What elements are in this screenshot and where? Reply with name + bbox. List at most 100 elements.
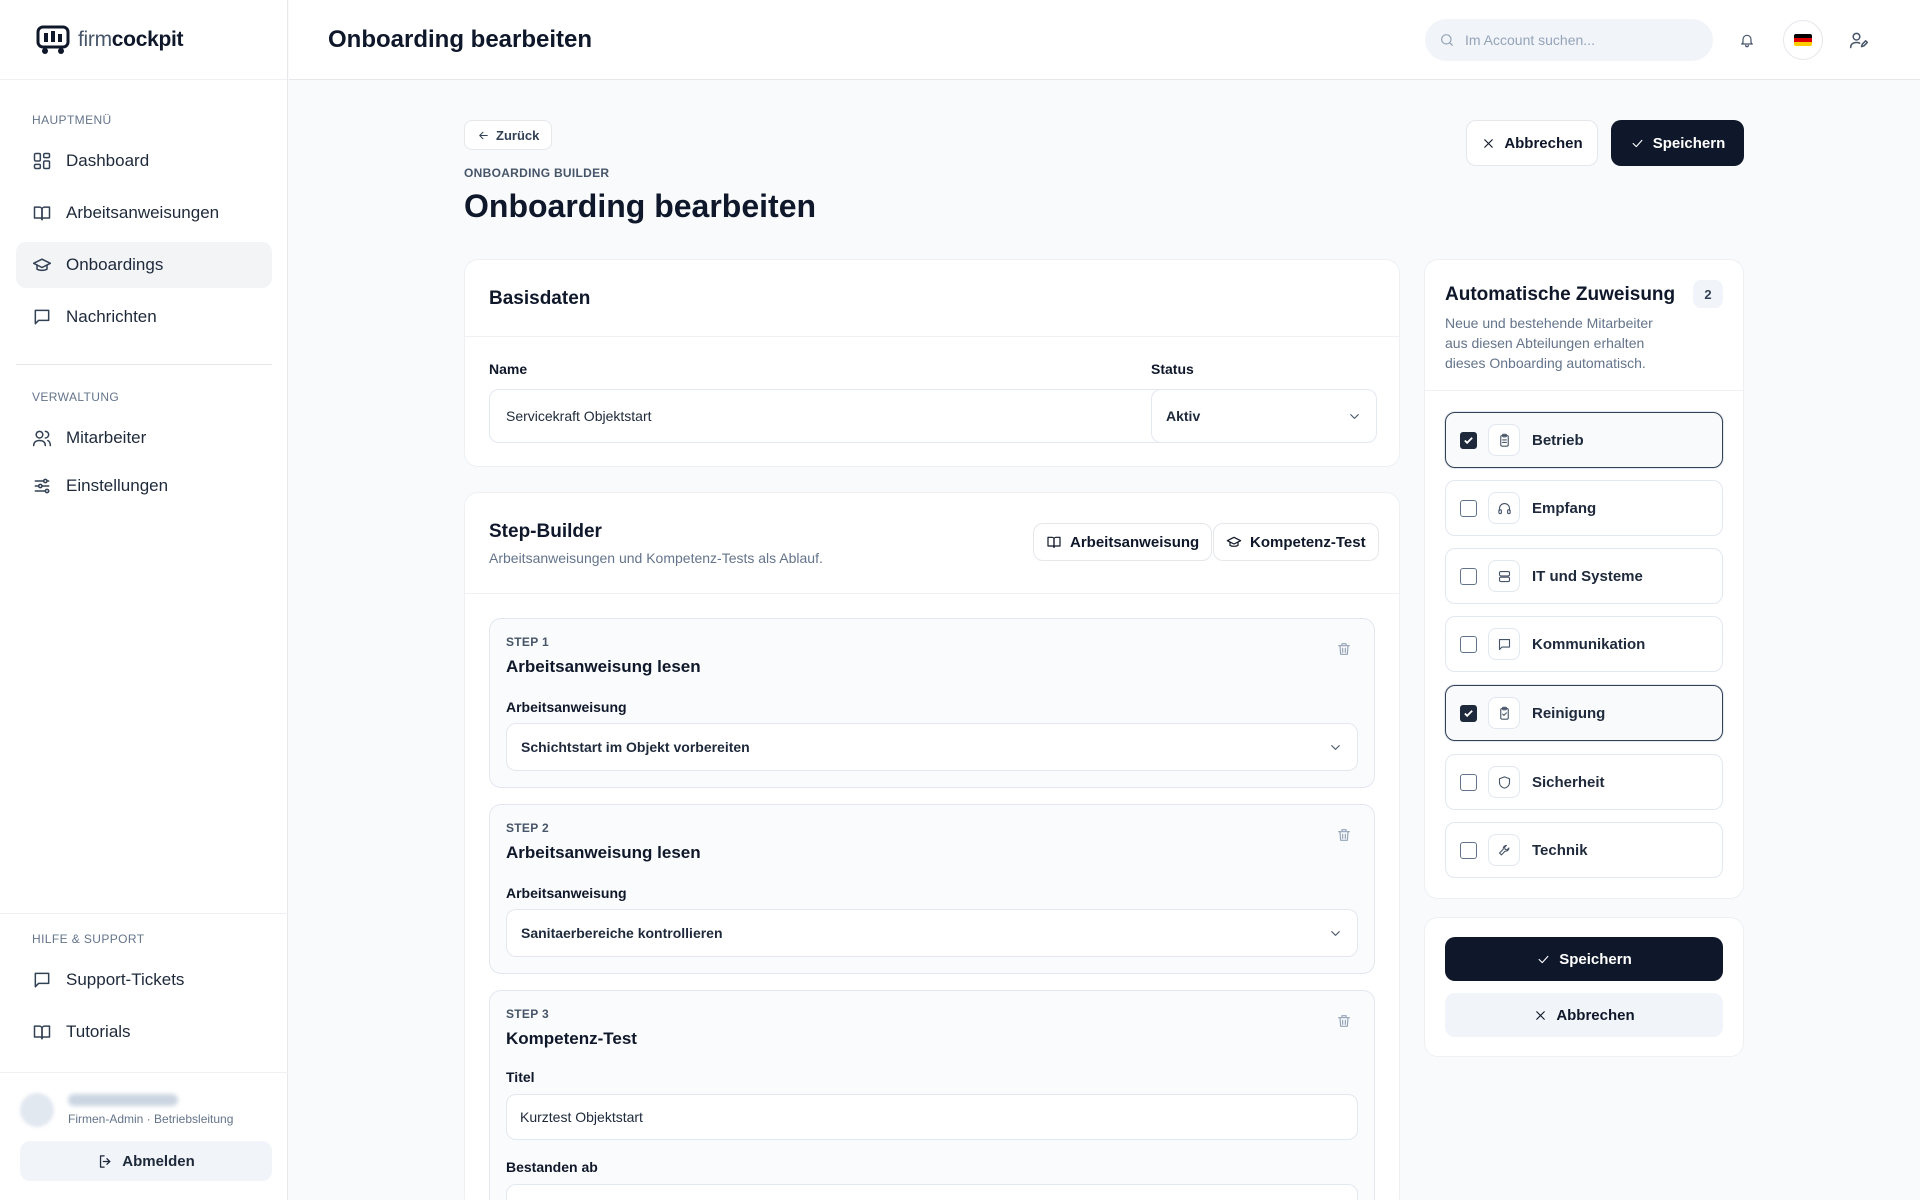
instruction-select[interactable]: Sanitaerbereiche kontrollieren (506, 909, 1358, 957)
cancel-button[interactable]: Abbrechen (1466, 120, 1598, 166)
close-icon (1536, 1010, 1546, 1020)
german-flag-icon (1794, 34, 1812, 46)
checkbox[interactable] (1460, 635, 1477, 653)
help-menu: HILFE & SUPPORT Support-Tickets Tutorial… (0, 929, 288, 1055)
back-button[interactable]: Zurück (464, 120, 553, 150)
department-kommunikation[interactable]: Kommunikation (1445, 616, 1723, 672)
assignment-title: Automatische Zuweisung (1445, 284, 1676, 305)
sidebar-item-support-tickets[interactable]: Support-Tickets (16, 957, 272, 1003)
description-line: Neue und bestehende Mitarbeiter (1445, 315, 1653, 331)
department-label: Betrieb (1532, 431, 1584, 449)
server-icon (1488, 560, 1520, 592)
department-it-und-systeme[interactable]: IT und Systeme (1445, 548, 1723, 604)
instruction-value: Schichtstart im Objekt vorbereiten (521, 739, 750, 755)
add-instruction-button[interactable]: Arbeitsanweisung (1033, 523, 1213, 561)
actions-card: Speichern Abbrechen (1424, 917, 1744, 1057)
graduation-cap-icon (32, 258, 52, 272)
users-icon (32, 430, 52, 447)
status-label: Status (1151, 361, 1194, 377)
status-value: Aktiv (1166, 408, 1201, 424)
main-menu: HAUPTMENÜ Dashboard Arbeitsanweisungen O… (0, 110, 288, 340)
book-icon (1047, 536, 1061, 548)
check-icon (1464, 709, 1473, 717)
department-empfang[interactable]: Empfang (1445, 480, 1723, 536)
check-icon (1538, 955, 1549, 963)
add-instruction-label: Arbeitsanweisung (1070, 533, 1200, 551)
sidebar-item-nachrichten[interactable]: Nachrichten (16, 294, 272, 340)
step-title: Arbeitsanweisung lesen (506, 657, 701, 676)
assignment-description: Neue und bestehende Mitarbeiter aus dies… (1445, 313, 1653, 373)
checkbox[interactable] (1460, 567, 1477, 585)
status-select[interactable]: Aktiv (1151, 389, 1377, 443)
search-input[interactable] (1465, 32, 1685, 48)
brand-logo[interactable]: firmcockpit (0, 0, 287, 80)
sidebar-item-tutorials[interactable]: Tutorials (16, 1009, 272, 1055)
test-title-input[interactable]: Kurztest Objektstart (506, 1094, 1358, 1140)
add-test-label: Kompetenz-Test (1250, 533, 1366, 551)
sliders-icon (34, 478, 50, 494)
clipboard-icon (1488, 424, 1520, 456)
user-profile: Firmen-Admin · Betriebsleitung Abmelden (0, 1072, 288, 1181)
sidebar: firmcockpit HAUPTMENÜ Dashboard Arbeitsa… (0, 0, 288, 1200)
user-edit-icon (1849, 32, 1869, 49)
instruction-select[interactable]: Schichtstart im Objekt vorbereiten (506, 723, 1358, 771)
description-line: dieses Onboarding automatisch. (1445, 355, 1646, 371)
save-label: Speichern (1559, 950, 1632, 968)
user-name-blurred (68, 1094, 178, 1106)
admin-menu-heading: VERWALTUNG (32, 390, 120, 404)
clipboard-check-icon (1488, 697, 1520, 729)
topbar-title: Onboarding bearbeiten (328, 25, 593, 53)
save-button[interactable]: Speichern (1611, 120, 1744, 166)
step-field-label: Arbeitsanweisung (506, 699, 627, 715)
step-field-label: Arbeitsanweisung (506, 885, 627, 901)
page-eyebrow: ONBOARDING BUILDER (464, 166, 610, 180)
topbar: Onboarding bearbeiten (289, 0, 1920, 80)
main-menu-heading: HAUPTMENÜ (32, 113, 112, 127)
sidebar-item-mitarbeiter[interactable]: Mitarbeiter (16, 415, 272, 461)
save-button-secondary[interactable]: Speichern (1445, 937, 1723, 981)
department-reinigung[interactable]: Reinigung (1445, 685, 1723, 741)
account-button[interactable] (1839, 20, 1879, 60)
cancel-button-secondary[interactable]: Abbrechen (1445, 993, 1723, 1037)
instruction-value: Sanitaerbereiche kontrollieren (521, 925, 723, 941)
trash-icon[interactable] (1336, 827, 1352, 843)
department-label: Kommunikation (1532, 635, 1646, 653)
step-number: STEP 1 (506, 635, 549, 649)
checkbox[interactable] (1460, 704, 1477, 722)
book-icon (33, 206, 51, 221)
department-technik[interactable]: Technik (1445, 822, 1723, 878)
sidebar-item-arbeitsanweisungen[interactable]: Arbeitsanweisungen (16, 190, 272, 236)
sidebar-item-onboardings[interactable]: Onboardings (16, 242, 272, 288)
pass-threshold-input[interactable] (506, 1184, 1358, 1200)
step-title: Kompetenz-Test (506, 1029, 637, 1048)
back-label: Zurück (496, 127, 540, 143)
book-icon (33, 1025, 51, 1040)
sidebar-item-dashboard[interactable]: Dashboard (16, 138, 272, 184)
sidebar-item-label: Tutorials (66, 1022, 131, 1041)
arrow-left-icon (479, 131, 488, 139)
add-test-button[interactable]: Kompetenz-Test (1213, 523, 1379, 561)
dashboard-icon (33, 152, 51, 170)
department-betrieb[interactable]: Betrieb (1445, 412, 1723, 468)
department-sicherheit[interactable]: Sicherheit (1445, 754, 1723, 810)
checkbox[interactable] (1460, 499, 1477, 517)
logout-button[interactable]: Abmelden (20, 1141, 272, 1181)
check-icon (1464, 436, 1473, 444)
test-title-label: Titel (506, 1069, 535, 1085)
graduation-cap-icon (1226, 536, 1242, 547)
language-button[interactable] (1783, 20, 1823, 60)
checkbox[interactable] (1460, 431, 1477, 449)
checkbox[interactable] (1460, 841, 1477, 859)
sidebar-item-einstellungen[interactable]: Einstellungen (16, 463, 272, 509)
trash-icon[interactable] (1336, 1013, 1352, 1029)
search-box[interactable] (1425, 19, 1713, 61)
trash-icon[interactable] (1336, 641, 1352, 657)
name-input[interactable]: Servicekraft Objektstart (489, 389, 1201, 443)
step-builder-card: Step-Builder Arbeitsanweisungen und Komp… (464, 492, 1400, 1200)
message-icon (34, 309, 50, 325)
logout-icon (100, 1154, 111, 1168)
notifications-button[interactable] (1727, 20, 1767, 60)
assignment-card: Automatische Zuweisung 2 Neue und besteh… (1424, 259, 1744, 899)
checkbox[interactable] (1460, 773, 1477, 791)
user-row[interactable]: Firmen-Admin · Betriebsleitung (20, 1093, 272, 1127)
